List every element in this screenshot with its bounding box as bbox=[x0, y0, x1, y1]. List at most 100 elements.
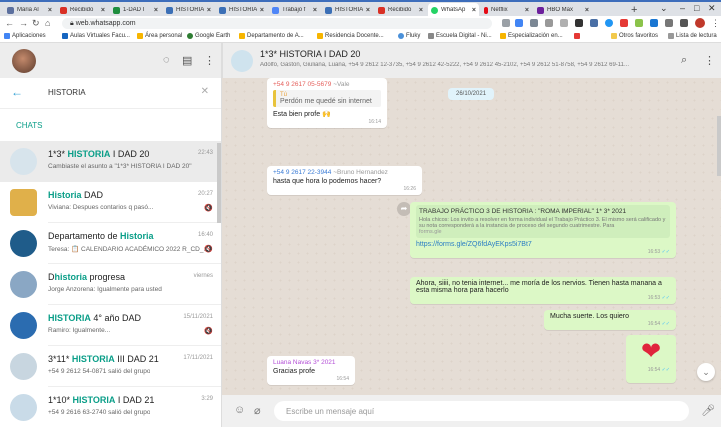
extension-icon[interactable] bbox=[590, 19, 598, 27]
chevron-down-icon[interactable]: ⌄ bbox=[660, 3, 668, 14]
back-arrow-icon[interactable]: ← bbox=[5, 18, 14, 28]
home-icon[interactable]: ⌂ bbox=[45, 18, 50, 28]
close-icon[interactable]: × bbox=[525, 7, 529, 14]
bookmarks-bar: Aplicaciones Aulas Virtuales Facu... Áre… bbox=[0, 31, 721, 43]
browser-tab[interactable]: Recibido × bbox=[57, 3, 108, 17]
bookmark-item[interactable]: Aulas Virtuales Facu... bbox=[62, 33, 130, 39]
emoji-icon[interactable]: ☺ bbox=[234, 404, 245, 416]
bookmark-item[interactable]: Departamento de A... bbox=[239, 33, 304, 39]
close-icon[interactable]: × bbox=[419, 7, 423, 14]
close-icon[interactable]: × bbox=[472, 7, 476, 14]
chat-time: 3:29 bbox=[201, 396, 213, 402]
menu-icon[interactable]: ⋮ bbox=[204, 54, 215, 67]
link-preview[interactable]: TRABAJO PRÁCTICO 3 DE HISTORIA : "ROMA I… bbox=[416, 205, 670, 238]
message-input[interactable] bbox=[274, 401, 689, 421]
browser-tab[interactable]: Maria Al × bbox=[4, 3, 55, 17]
close-icon[interactable]: × bbox=[207, 7, 211, 14]
forward-icon[interactable]: ➦ bbox=[397, 202, 411, 216]
forward-arrow-icon[interactable]: → bbox=[19, 18, 28, 28]
back-arrow-icon[interactable]: ← bbox=[11, 85, 23, 99]
browser-tab[interactable]: HISTORIA × bbox=[163, 3, 214, 17]
extension-icon[interactable] bbox=[620, 19, 628, 27]
extension-icon[interactable] bbox=[545, 19, 553, 27]
link-domain: forms.gle bbox=[419, 229, 442, 235]
scroll-down-button[interactable]: ⌄ bbox=[697, 363, 715, 381]
chat-item[interactable]: 1*10* HISTORIA I DAD 21 +54 9 2616 63-27… bbox=[0, 387, 221, 427]
share-icon[interactable] bbox=[502, 19, 510, 27]
chat-item[interactable]: Historia DAD Viviana: Despues contarios … bbox=[0, 182, 221, 223]
maximize-icon[interactable]: □ bbox=[694, 3, 699, 13]
close-icon[interactable]: × bbox=[313, 7, 317, 14]
bookmark-favicon bbox=[428, 33, 434, 39]
reading-list[interactable]: Lista de lectura bbox=[668, 33, 717, 39]
extension-icon[interactable] bbox=[635, 19, 643, 27]
browser-tab[interactable]: Netflix × bbox=[481, 3, 532, 17]
message-meta: 16:53 ✓✓ bbox=[416, 249, 670, 255]
apps-grid-icon bbox=[4, 33, 10, 39]
puzzle-icon[interactable] bbox=[680, 19, 688, 27]
close-icon[interactable]: × bbox=[48, 7, 52, 14]
close-icon[interactable]: × bbox=[585, 7, 589, 14]
bookmark-item[interactable]: Área personal bbox=[137, 33, 182, 39]
menu-icon[interactable]: ⋮ bbox=[704, 54, 715, 67]
browser-tab[interactable]: Recibido × bbox=[375, 3, 426, 17]
chat-item[interactable]: Dhistoria progresa Jorge Anzorena: Igual… bbox=[0, 264, 221, 305]
group-avatar bbox=[10, 189, 37, 216]
avatar[interactable] bbox=[12, 49, 36, 73]
conversation-header[interactable]: 1*3* HISTORIA I DAD 20 Adolfo, Gaston, G… bbox=[222, 43, 721, 78]
kebab-menu-icon[interactable]: ⋮ bbox=[711, 18, 720, 29]
browser-tab[interactable]: HISTORIA × bbox=[216, 3, 267, 17]
chat-item[interactable]: Departamento de Historia Teresa: 📋 CALEN… bbox=[0, 223, 221, 264]
new-chat-icon[interactable]: ▤ bbox=[182, 54, 192, 67]
close-icon[interactable]: × bbox=[260, 7, 264, 14]
bookmark-label: Aulas Virtuales Facu... bbox=[70, 33, 130, 39]
bookmark-item[interactable] bbox=[574, 33, 580, 39]
quoted-message[interactable]: Tú Perdón me quedé sin internet bbox=[273, 90, 381, 107]
extension-icon[interactable] bbox=[530, 19, 538, 27]
scrollbar[interactable] bbox=[717, 116, 721, 176]
browser-tab[interactable]: HBO Max × bbox=[534, 3, 592, 17]
star-icon[interactable] bbox=[515, 19, 523, 27]
clear-search-icon[interactable]: ✕ bbox=[201, 86, 209, 97]
close-icon[interactable]: × bbox=[366, 7, 370, 14]
minimize-icon[interactable]: – bbox=[680, 3, 685, 13]
close-window-icon[interactable]: ✕ bbox=[708, 3, 716, 14]
attach-icon[interactable]: ⌀ bbox=[254, 404, 261, 417]
bookmark-item[interactable]: Google Earth bbox=[187, 33, 230, 39]
status-icon[interactable]: ◌ bbox=[163, 54, 170, 66]
scrollbar[interactable] bbox=[217, 143, 221, 223]
profile-avatar[interactable] bbox=[695, 18, 705, 28]
group-avatar[interactable] bbox=[231, 50, 253, 72]
chat-item[interactable]: HISTORIA 4° año DAD Ramiro: Igualmente..… bbox=[0, 305, 221, 346]
extension-icon[interactable] bbox=[560, 19, 568, 27]
browser-tab[interactable]: 1-DAD I × bbox=[110, 3, 161, 17]
url-field[interactable]: 🔒︎ web.whatsapp.com bbox=[62, 18, 492, 29]
message-link[interactable]: https://forms.gle/ZQ6fdAyEKps5i7Bt7 bbox=[416, 241, 670, 248]
message-time: 16:54 bbox=[336, 376, 349, 382]
message-time: 16:54 bbox=[647, 321, 661, 327]
bookmark-item[interactable]: Residencia Docente... bbox=[317, 33, 384, 39]
chat-item[interactable]: 3*11* HISTORIA III DAD 21 +54 9 2612 54-… bbox=[0, 346, 221, 387]
close-icon[interactable]: × bbox=[101, 7, 105, 14]
bookmark-item[interactable]: Escuela Digital - Ni... bbox=[428, 33, 492, 39]
browser-tab-active[interactable]: WhatsAp × bbox=[428, 3, 479, 17]
browser-tab[interactable]: Trabajo f × bbox=[269, 3, 320, 17]
search-bar[interactable]: ← HISTORIA ✕ bbox=[0, 78, 221, 109]
microphone-icon[interactable]: 🎤︎ bbox=[701, 404, 715, 417]
extension-icon[interactable] bbox=[650, 19, 658, 27]
extension-icon[interactable] bbox=[575, 19, 583, 27]
clock-icon[interactable] bbox=[665, 19, 673, 27]
reload-icon[interactable]: ↻ bbox=[32, 18, 40, 29]
bookmark-item[interactable]: Aplicaciones bbox=[4, 33, 46, 39]
extension-icon[interactable] bbox=[605, 19, 613, 27]
bookmark-folder[interactable]: Otros favoritos bbox=[611, 33, 658, 39]
new-tab-icon[interactable]: + bbox=[631, 4, 637, 16]
chat-item[interactable]: 1*3* HISTORIA I DAD 20 Cambiaste el asun… bbox=[0, 141, 221, 182]
close-icon[interactable]: × bbox=[154, 7, 158, 14]
bookmark-item[interactable]: Especialización en... bbox=[500, 33, 563, 39]
browser-tab[interactable]: HISTORIA × bbox=[322, 3, 373, 17]
bookmark-item[interactable]: Fluky bbox=[398, 33, 420, 39]
search-icon[interactable]: ⌕ bbox=[681, 54, 687, 67]
search-input[interactable]: HISTORIA bbox=[48, 88, 86, 97]
gmail-icon bbox=[378, 6, 385, 14]
